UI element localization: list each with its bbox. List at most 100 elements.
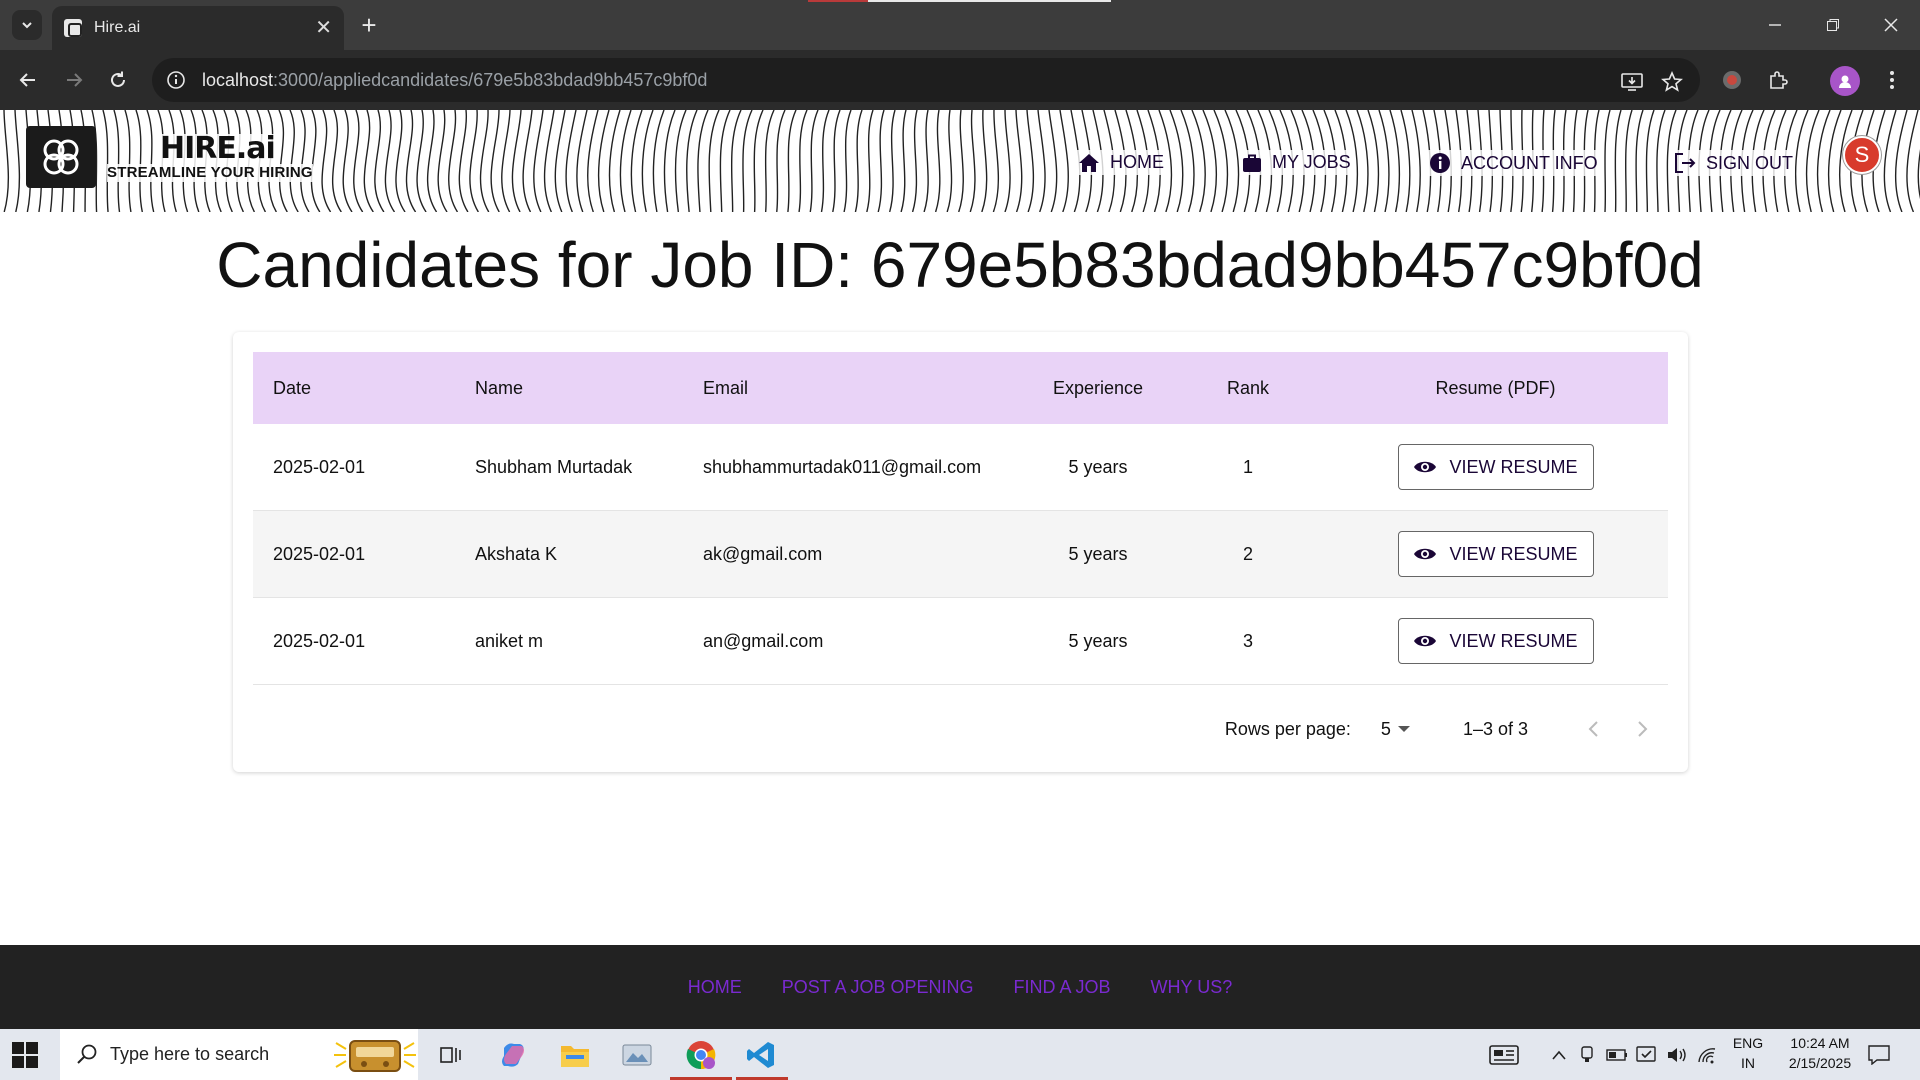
nav-sign-out-label: SIGN OUT <box>1706 152 1794 173</box>
url-host: localhost <box>202 69 274 90</box>
search-icon <box>77 1044 97 1064</box>
nav-my-jobs[interactable]: MY JOBS <box>1240 150 1353 175</box>
loading-indicator-track <box>868 0 1111 2</box>
language-region: IN <box>1741 1055 1755 1071</box>
table-row: 2025-02-01 Shubham Murtadak shubhammurta… <box>253 424 1668 511</box>
vscode-active-indicator <box>736 1029 788 1080</box>
brand-name: HIRE.ai <box>160 131 276 166</box>
user-avatar[interactable]: S <box>1843 136 1881 174</box>
language-code: ENG <box>1732 1035 1764 1051</box>
view-resume-button[interactable]: VIEW RESUME <box>1397 618 1594 664</box>
column-header-name: Name <box>475 377 524 398</box>
chevron-left-icon <box>1588 721 1598 737</box>
cell-resume: VIEW RESUME <box>1323 444 1668 490</box>
close-tab-icon[interactable]: ✕ <box>315 18 332 38</box>
previous-page-button[interactable] <box>1568 720 1618 738</box>
rows-per-page-select[interactable]: 5 <box>1381 719 1411 740</box>
wifi-icon[interactable] <box>1690 1038 1724 1072</box>
logout-icon <box>1675 153 1696 173</box>
browser-toolbar: localhost:3000/appliedcandidates/679e5b8… <box>0 50 1920 110</box>
nav-account-info[interactable]: ACCOUNT INFO <box>1427 150 1600 176</box>
home-icon <box>1079 153 1099 172</box>
footer-link-why-us[interactable]: WHY US? <box>1151 977 1233 998</box>
keyboard-layout-icon[interactable] <box>1487 1038 1521 1072</box>
address-bar[interactable]: localhost:3000/appliedcandidates/679e5b8… <box>152 58 1700 102</box>
nav-home[interactable]: HOME <box>1076 150 1166 175</box>
photos-app-icon[interactable] <box>620 1038 654 1072</box>
clock-date: 2/15/2025 <box>1788 1055 1852 1071</box>
footer-link-find-job[interactable]: FIND A JOB <box>1014 977 1111 998</box>
cell-email: ak@gmail.com <box>703 543 823 564</box>
cell-experience: 5 years <box>1068 456 1128 477</box>
cell-date: 2025-02-01 <box>273 456 366 477</box>
forward-button[interactable] <box>58 64 90 96</box>
column-header-rank: Rank <box>1226 377 1270 398</box>
battery-icon[interactable] <box>1600 1038 1634 1072</box>
windows-taskbar: Type here to search ENG IN 10:24 AM 2/15… <box>0 1029 1920 1080</box>
browser-tab-bar: Hire.ai ✕ + <box>0 0 1920 50</box>
cell-resume: VIEW RESUME <box>1323 618 1668 664</box>
browser-profile-avatar[interactable] <box>1830 66 1860 96</box>
eye-icon <box>1414 461 1437 473</box>
table-row: 2025-02-01 Akshata K ak@gmail.com 5 year… <box>253 511 1668 598</box>
extension-icon[interactable] <box>1716 64 1748 96</box>
site-info-icon[interactable] <box>166 70 186 90</box>
extensions-puzzle-icon[interactable] <box>1762 64 1794 96</box>
cell-experience: 5 years <box>1068 543 1128 564</box>
browser-tab[interactable]: Hire.ai ✕ <box>52 6 344 50</box>
taskbar-search-box[interactable]: Type here to search <box>60 1029 418 1080</box>
task-view-icon[interactable] <box>434 1038 468 1072</box>
reload-button[interactable] <box>102 64 134 96</box>
cell-rank: 1 <box>1242 456 1253 477</box>
notifications-icon[interactable] <box>1862 1038 1896 1072</box>
nav-my-jobs-label: MY JOBS <box>1272 152 1351 172</box>
nav-sign-out[interactable]: SIGN OUT <box>1672 150 1796 176</box>
view-resume-button[interactable]: VIEW RESUME <box>1397 531 1594 577</box>
new-tab-button[interactable]: + <box>354 10 384 40</box>
footer-link-home[interactable]: HOME <box>688 977 742 998</box>
clock-time: 10:24 AM <box>1790 1035 1850 1051</box>
pagination-range: 1–3 of 3 <box>1462 718 1528 739</box>
view-resume-button[interactable]: VIEW RESUME <box>1397 444 1594 490</box>
clock[interactable]: 10:24 AM 2/15/2025 <box>1772 1033 1868 1073</box>
next-page-button[interactable] <box>1618 720 1668 738</box>
bookmark-star-icon[interactable] <box>1660 70 1684 94</box>
wave-lines <box>3 110 1920 212</box>
site-header: HIRE.ai STREAMLINE YOUR HIRING HOME MY J… <box>0 110 1920 212</box>
meet-now-icon[interactable] <box>1570 1038 1604 1072</box>
view-resume-label: VIEW RESUME <box>1449 543 1578 564</box>
copilot-icon[interactable] <box>496 1038 530 1072</box>
restore-button[interactable] <box>1804 0 1862 50</box>
install-app-icon[interactable] <box>1620 70 1644 94</box>
hire-logo-icon[interactable] <box>26 126 96 188</box>
brand-tagline: STREAMLINE YOUR HIRING <box>107 164 313 182</box>
caret-down-icon <box>1397 726 1410 732</box>
cell-email: an@gmail.com <box>703 630 824 651</box>
file-explorer-icon[interactable] <box>558 1038 592 1072</box>
taskbar-search-placeholder: Type here to search <box>110 1044 270 1064</box>
footer-link-post-job[interactable]: POST A JOB OPENING <box>782 977 974 998</box>
view-resume-label: VIEW RESUME <box>1449 630 1578 651</box>
browser-menu-icon[interactable] <box>1876 64 1908 96</box>
rows-per-page-label: Rows per page: <box>1224 718 1351 739</box>
rows-per-page-value: 5 <box>1380 718 1391 739</box>
loading-indicator <box>808 0 868 2</box>
restore-icon <box>1827 19 1839 31</box>
security-icon[interactable] <box>1630 1038 1664 1072</box>
info-icon <box>1430 153 1450 173</box>
column-header-date: Date <box>273 377 312 398</box>
eye-icon <box>1414 635 1437 647</box>
close-icon <box>1884 18 1898 32</box>
minimize-button[interactable] <box>1746 0 1804 50</box>
close-window-button[interactable] <box>1862 0 1920 50</box>
back-button[interactable] <box>12 64 44 96</box>
tab-title: Hire.ai <box>94 19 141 36</box>
windows-start-icon[interactable] <box>12 1042 38 1068</box>
tab-search-button[interactable] <box>12 10 42 40</box>
cell-experience: 5 years <box>1068 630 1128 651</box>
language-indicator[interactable]: ENG IN <box>1730 1033 1766 1073</box>
arrow-right-icon <box>67 73 83 87</box>
arrow-left-icon <box>19 73 35 87</box>
minimize-icon <box>1769 24 1781 26</box>
volume-icon[interactable] <box>1660 1038 1694 1072</box>
